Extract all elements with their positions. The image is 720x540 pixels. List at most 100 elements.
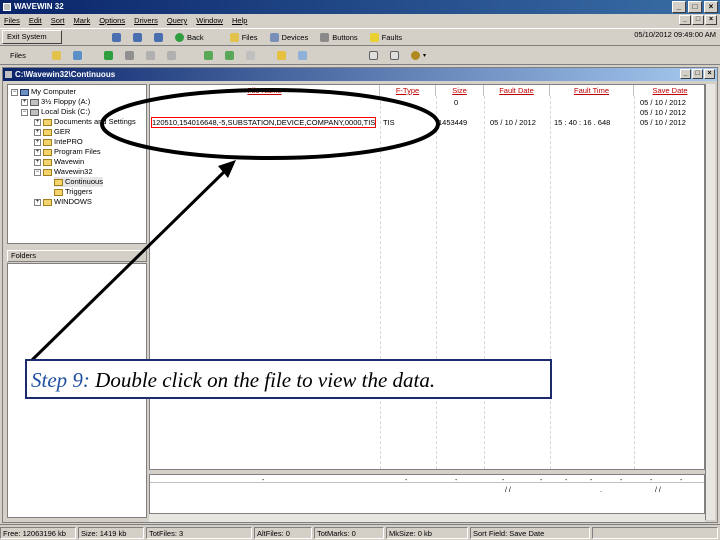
child-minimize-button[interactable]: _ (680, 69, 691, 79)
move-icon (225, 51, 234, 60)
delete-button[interactable] (240, 49, 261, 63)
tree-label: My Computer (31, 87, 77, 96)
tree-label: Wavewin32 (54, 167, 93, 176)
column-header-fault-time[interactable]: Fault Time (550, 85, 634, 96)
magnifier-icon (298, 51, 307, 60)
grid-view-button[interactable] (106, 30, 127, 44)
mdi-minimize-button[interactable]: _ (679, 15, 691, 25)
child-maximize-button[interactable]: □ (692, 69, 703, 79)
devices-button[interactable]: Devices (264, 30, 315, 44)
open-folder-button[interactable] (46, 49, 67, 63)
faults-button[interactable]: Faults (364, 30, 408, 44)
fault-date-cell: 05 / 10 / 2012 (490, 118, 536, 127)
folder-icon (229, 32, 239, 42)
collapse-icon[interactable]: − (34, 168, 41, 176)
mark-button[interactable] (271, 49, 292, 63)
buttons-icon (320, 32, 330, 42)
continuous-folder-window: C:\Wavewin32\Continuous _ □ × − My Comput… (2, 67, 718, 523)
tree-item-wavewin32[interactable]: − Wavewin32 (34, 167, 93, 177)
tree-item-windows[interactable]: + WINDOWS (34, 197, 92, 207)
summary-marker: - (455, 477, 458, 484)
gear-icon (411, 51, 420, 60)
status-size: Size: 1419 kb (78, 526, 144, 539)
status-empty (592, 526, 718, 539)
list-view-button[interactable] (148, 30, 169, 44)
tree-label: Triggers (65, 187, 93, 196)
settings-button[interactable]: ▾ (405, 49, 432, 63)
horizontal-scrollbar[interactable] (149, 514, 705, 522)
tree-label: Documents and Settings (54, 117, 136, 126)
vertical-scrollbar[interactable] (705, 84, 715, 520)
move-button[interactable] (219, 49, 240, 63)
refresh-button[interactable] (67, 49, 88, 63)
menu-mark[interactable]: Mark (74, 16, 91, 25)
child-close-button[interactable]: × (704, 69, 715, 79)
tree-item-my-computer[interactable]: − My Computer (11, 87, 76, 97)
menu-files[interactable]: Files (4, 16, 20, 25)
mdi-close-button[interactable]: × (705, 15, 717, 25)
tree-item-ger[interactable]: + GER (34, 127, 70, 137)
report-button[interactable] (363, 49, 384, 63)
tree-item-documents[interactable]: + Documents and Settings (34, 117, 136, 127)
copy-button[interactable] (198, 49, 219, 63)
collapse-icon[interactable]: − (11, 88, 18, 96)
column-header-file-name[interactable]: File Name (150, 85, 380, 96)
folders-header[interactable]: Folders (7, 250, 147, 262)
expand-icon[interactable]: + (34, 158, 41, 166)
tree-label: WINDOWS (54, 197, 92, 206)
tree-item-triggers[interactable]: Triggers (54, 187, 92, 197)
menu-sort[interactable]: Sort (51, 16, 65, 25)
menu-options[interactable]: Options (99, 16, 125, 25)
folder-icon (54, 188, 63, 196)
expand-icon[interactable]: + (34, 198, 41, 206)
file-name-cell[interactable]: 120510,154016648,-5,SUBSTATION,DEVICE,CO… (150, 117, 377, 128)
expand-icon[interactable]: + (34, 128, 41, 136)
split-view-button[interactable] (127, 30, 148, 44)
back-button[interactable]: Back (169, 30, 210, 44)
folder-icon (43, 118, 52, 126)
find-button[interactable] (292, 49, 313, 63)
arrow-left-icon (167, 51, 176, 60)
expand-icon[interactable]: + (34, 118, 41, 126)
menu-drivers[interactable]: Drivers (134, 16, 158, 25)
expand-icon[interactable]: + (21, 98, 28, 106)
column-header-save-date[interactable]: Save Date (634, 85, 704, 96)
tree-item-floppy[interactable]: +3½ Floppy (A:) (21, 97, 90, 107)
menu-window[interactable]: Window (196, 16, 223, 25)
menu-edit[interactable]: Edit (29, 16, 42, 25)
exit-system-button[interactable]: Exit System (2, 30, 62, 44)
devices-label: Devices (281, 32, 309, 42)
collapse-icon[interactable]: − (21, 108, 28, 116)
arrow-left-button[interactable] (161, 49, 182, 63)
close-button[interactable]: × (704, 1, 718, 13)
notes-button[interactable] (384, 49, 405, 63)
minimize-button[interactable]: _ (672, 1, 686, 13)
buttons-button[interactable]: Buttons (314, 30, 363, 44)
save-date-cell: 05 / 10 / 2012 (640, 98, 686, 107)
expand-icon[interactable]: + (34, 138, 41, 146)
open-folder-icon (54, 178, 63, 186)
edit-button[interactable] (119, 49, 140, 63)
summary-marker: - (405, 477, 408, 484)
menu-query[interactable]: Query (167, 16, 187, 25)
column-header-fault-date[interactable]: Fault Date (484, 85, 550, 96)
column-header-ftype[interactable]: F-Type (380, 85, 436, 96)
menu-help[interactable]: Help (232, 16, 247, 25)
faults-label: Faults (381, 32, 403, 42)
files-button[interactable]: Files (224, 30, 264, 44)
tree-item-program-files[interactable]: + Program Files (34, 147, 101, 157)
folder-icon (43, 158, 52, 166)
menu-bar: Files Edit Sort Mark Options Drivers Que… (0, 14, 720, 27)
tree-item-intepro[interactable]: + IntePRO (34, 137, 83, 147)
expand-icon[interactable]: + (34, 148, 41, 156)
column-header-size[interactable]: Size (436, 85, 484, 96)
mdi-restore-button[interactable]: □ (692, 15, 704, 25)
up-button[interactable] (98, 49, 119, 63)
tree-item-local-disk[interactable]: − Local Disk (C:) (21, 107, 90, 117)
copy-icon (204, 51, 213, 60)
arrow-up-button[interactable] (140, 49, 161, 63)
maximize-button[interactable]: □ (688, 1, 702, 13)
app-icon (3, 3, 11, 11)
tree-item-continuous[interactable]: Continuous (54, 177, 103, 187)
tree-item-wavewin[interactable]: + Wavewin (34, 157, 84, 167)
